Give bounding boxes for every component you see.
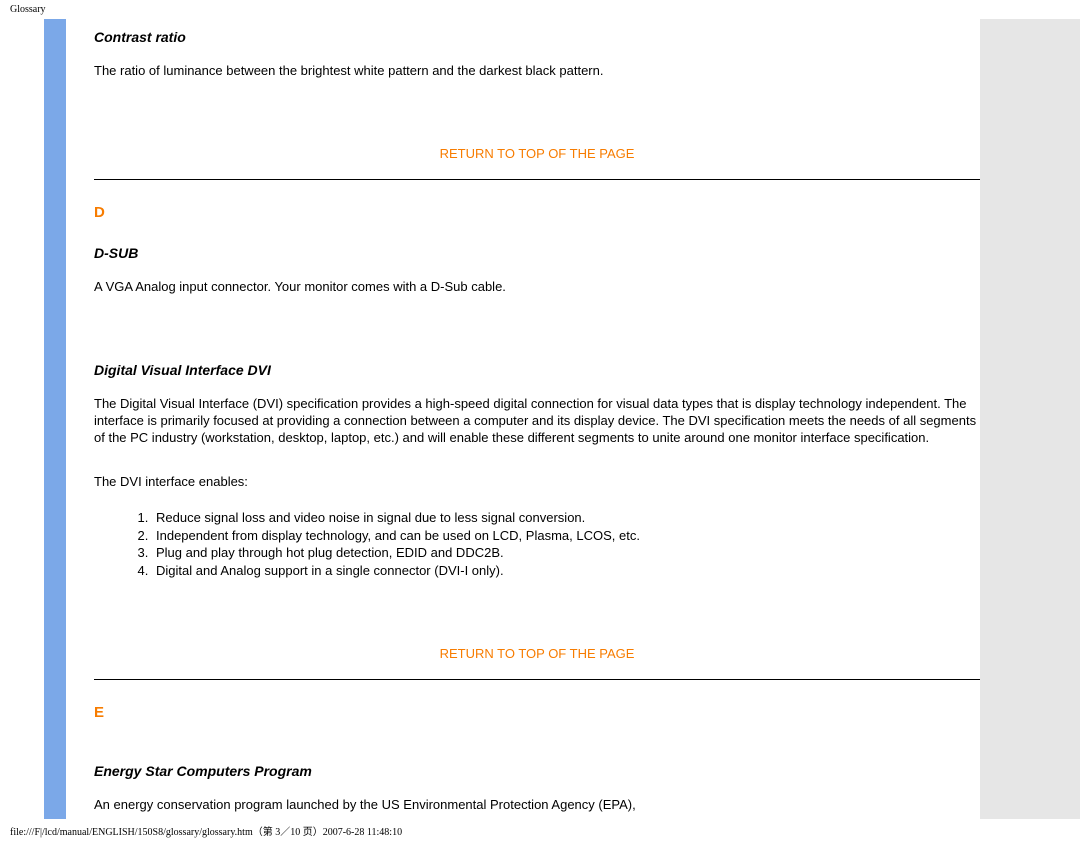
contrast-ratio-body: The ratio of luminance between the brigh… bbox=[94, 63, 980, 80]
page-layout: Contrast ratio The ratio of luminance be… bbox=[0, 19, 1080, 819]
return-top-link-2[interactable]: RETURN TO TOP OF THE PAGE bbox=[94, 646, 980, 661]
page-footer-path: file:///F|/lcd/manual/ENGLISH/150S8/glos… bbox=[0, 819, 1080, 842]
letter-d-heading: D bbox=[94, 204, 980, 221]
dsub-body: A VGA Analog input connector. Your monit… bbox=[94, 279, 980, 296]
left-margin bbox=[0, 19, 44, 819]
sidebar-gap bbox=[66, 19, 94, 819]
energy-star-heading: Energy Star Computers Program bbox=[94, 763, 980, 779]
list-item: Independent from display technology, and… bbox=[152, 527, 980, 545]
list-item: Plug and play through hot plug detection… bbox=[152, 544, 980, 562]
dvi-heading: Digital Visual Interface DVI bbox=[94, 362, 980, 378]
dvi-body-2: The DVI interface enables: bbox=[94, 474, 980, 491]
page-header-title: Glossary bbox=[0, 0, 1080, 19]
main-content: Contrast ratio The ratio of luminance be… bbox=[94, 19, 980, 819]
divider-2 bbox=[94, 679, 980, 680]
energy-star-body: An energy conservation program launched … bbox=[94, 797, 980, 814]
blue-sidebar bbox=[44, 19, 66, 819]
return-top-link-1[interactable]: RETURN TO TOP OF THE PAGE bbox=[94, 146, 980, 161]
dsub-heading: D-SUB bbox=[94, 245, 980, 261]
dvi-body-1: The Digital Visual Interface (DVI) speci… bbox=[94, 396, 980, 447]
divider-1 bbox=[94, 179, 980, 180]
list-item: Reduce signal loss and video noise in si… bbox=[152, 509, 980, 527]
letter-e-heading: E bbox=[94, 704, 980, 721]
dvi-list: Reduce signal loss and video noise in si… bbox=[152, 509, 980, 579]
contrast-ratio-heading: Contrast ratio bbox=[94, 29, 980, 45]
right-gray-column bbox=[980, 19, 1080, 819]
list-item: Digital and Analog support in a single c… bbox=[152, 562, 980, 580]
